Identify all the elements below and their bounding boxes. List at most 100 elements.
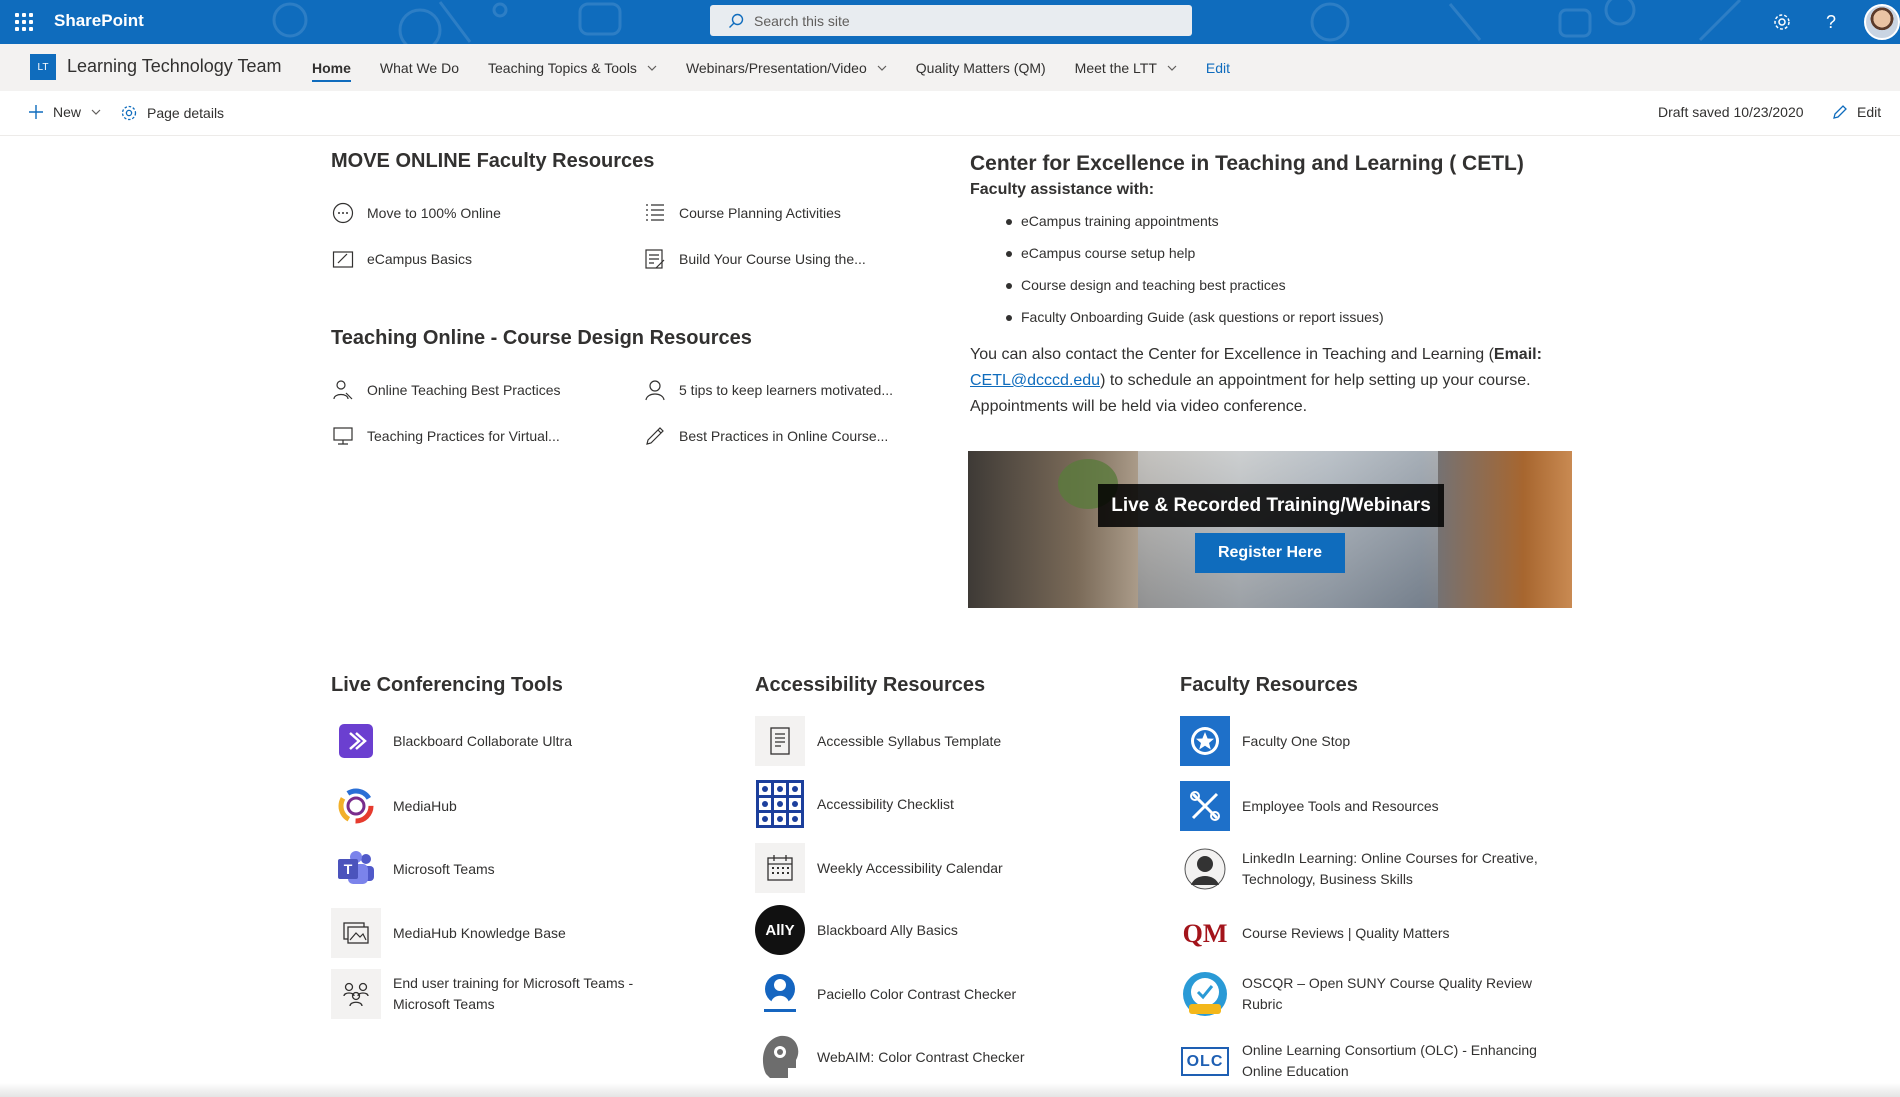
calendar-icon — [755, 843, 805, 893]
nav-item-webinars[interactable]: Webinars/Presentation/Video — [686, 44, 887, 91]
cetl-subheading: Faculty assistance with: — [970, 181, 1155, 198]
nav-item-home[interactable]: Home — [312, 44, 351, 91]
quick-link-label: Teaching Practices for Virtual... — [367, 428, 560, 444]
site-header: LT Learning Technology Team Home What We… — [0, 44, 1900, 91]
person-board-icon — [331, 378, 355, 402]
qm-logo-icon: QM — [1180, 908, 1230, 958]
cetl-bullet-list: eCampus training appointments eCampus co… — [1006, 213, 1384, 341]
list-item: eCampus course setup help — [1006, 245, 1384, 277]
list-item-quality-matters[interactable]: QM Course Reviews | Quality Matters — [1180, 908, 1450, 958]
list-item-employee-tools[interactable]: Employee Tools and Resources — [1180, 781, 1439, 831]
list-item-faculty-one-stop[interactable]: Faculty One Stop — [1180, 716, 1350, 766]
list-item-accessibility-calendar[interactable]: Weekly Accessibility Calendar — [755, 843, 1003, 893]
webaim-logo-icon — [755, 1032, 805, 1082]
list-item-mediahub[interactable]: MediaHub — [331, 781, 457, 831]
quick-link-label: 5 tips to keep learners motivated... — [679, 382, 893, 398]
list-item-label: Microsoft Teams — [393, 860, 495, 877]
avatar[interactable] — [1864, 4, 1900, 40]
list-item-label: Blackboard Collaborate Ultra — [393, 732, 572, 749]
quick-link-label: eCampus Basics — [367, 251, 473, 267]
list-item-accessibility-checklist[interactable]: Accessibility Checklist — [755, 779, 954, 829]
mediahub-logo-icon — [331, 781, 381, 831]
list-item-label: Blackboard Ally Basics — [817, 921, 958, 938]
cetl-contact-paragraph: You can also contact the Center for Exce… — [970, 342, 1570, 420]
edit-page-button[interactable]: Edit — [1832, 104, 1881, 120]
quick-link-move-online[interactable]: Move to 100% Online — [331, 201, 501, 225]
quick-link-label: Best Practices in Online Course... — [679, 428, 889, 444]
quick-link-course-planning[interactable]: Course Planning Activities — [643, 201, 841, 225]
nav-label: Quality Matters (QM) — [915, 59, 1046, 76]
teaching-online-heading: Teaching Online - Course Design Resource… — [331, 327, 752, 349]
settings-gear-icon[interactable] — [1770, 10, 1794, 34]
plus-icon — [29, 105, 43, 119]
app-brand[interactable]: SharePoint — [54, 11, 144, 31]
nav-item-quality-matters[interactable]: Quality Matters (QM) — [916, 44, 1046, 91]
pencil-icon — [1833, 105, 1847, 119]
olc-logo-text: OLC — [1180, 1046, 1230, 1076]
monitor-icon — [331, 424, 355, 448]
gear-icon — [121, 105, 137, 121]
quick-link-label: Online Teaching Best Practices — [367, 382, 561, 398]
email-link[interactable]: CETL@dcccd.edu — [970, 372, 1100, 389]
page-details-button[interactable]: Page details — [120, 104, 224, 122]
list-item-oscqr[interactable]: OSCQR – Open SUNY Course Quality Review … — [1180, 969, 1560, 1019]
list-item-label: Course Reviews | Quality Matters — [1242, 924, 1450, 941]
list-item-linkedin-learning[interactable]: LinkedIn Learning: Online Courses for Cr… — [1180, 844, 1560, 894]
help-icon[interactable]: ? — [1819, 10, 1843, 34]
person-icon — [643, 378, 667, 402]
cetl-heading: Center for Excellence in Teaching and Le… — [970, 152, 1524, 175]
list-item-paciello[interactable]: Paciello Color Contrast Checker — [755, 969, 1016, 1019]
nav-label: What We Do — [379, 59, 460, 76]
circle-dots-icon — [331, 201, 355, 225]
quick-link-5-tips[interactable]: 5 tips to keep learners motivated... — [643, 378, 893, 402]
quick-link-build-course[interactable]: Build Your Course Using the... — [643, 247, 866, 271]
register-button[interactable]: Register Here — [1195, 533, 1345, 573]
move-online-heading: MOVE ONLINE Faculty Resources — [331, 150, 655, 172]
list-item-syllabus-template[interactable]: Accessible Syllabus Template — [755, 716, 1001, 766]
linkedin-learning-logo-icon — [1180, 844, 1230, 894]
list-item-webaim[interactable]: WebAIM: Color Contrast Checker — [755, 1032, 1024, 1082]
site-title[interactable]: Learning Technology Team — [67, 56, 282, 77]
email-label: Email: — [1493, 346, 1542, 363]
ally-logo-text: AllY — [755, 905, 805, 955]
search-icon — [729, 13, 744, 28]
list-item-ally-basics[interactable]: AllY Blackboard Ally Basics — [755, 905, 958, 955]
page-details-label: Page details — [147, 105, 225, 121]
app-launcher-icon[interactable] — [12, 10, 36, 34]
nav-edit-link[interactable]: Edit — [1206, 44, 1230, 91]
chevron-down-icon — [877, 65, 887, 71]
new-label: New — [53, 104, 82, 120]
nav-item-meet-the-ltt[interactable]: Meet the LTT — [1075, 44, 1177, 91]
list-item-mediahub-kb[interactable]: MediaHub Knowledge Base — [331, 908, 566, 958]
draft-status: Draft saved 10/23/2020 — [1658, 104, 1804, 120]
svg-text:T: T — [344, 861, 353, 877]
people-group-icon — [331, 969, 381, 1019]
site-logo[interactable]: LT — [30, 54, 56, 80]
list-item-teams-training[interactable]: End user training for Microsoft Teams - … — [331, 969, 691, 1019]
quick-link-best-practices[interactable]: Best Practices in Online Course... — [643, 424, 888, 448]
list-item-teams[interactable]: T Microsoft Teams — [331, 844, 495, 894]
list-item-collaborate[interactable]: Blackboard Collaborate Ultra — [331, 716, 572, 766]
chevron-down-icon — [91, 109, 101, 115]
nav-edit-label: Edit — [1205, 59, 1231, 76]
tools-icon — [1180, 781, 1230, 831]
collaborate-logo-icon — [331, 716, 381, 766]
search-input[interactable]: Search this site — [710, 5, 1192, 36]
new-button[interactable]: New — [28, 104, 110, 120]
list-item-olc[interactable]: OLC Online Learning Consortium (OLC) - E… — [1180, 1036, 1560, 1086]
nav-item-what-we-do[interactable]: What We Do — [380, 44, 459, 91]
quick-link-teaching-practices[interactable]: Teaching Practices for Virtual... — [331, 424, 560, 448]
list-item-label: Employee Tools and Resources — [1242, 797, 1439, 814]
quick-link-online-teaching[interactable]: Online Teaching Best Practices — [331, 378, 561, 402]
quick-link-label: Move to 100% Online — [367, 205, 501, 221]
quick-link-ecampus-basics[interactable]: eCampus Basics — [331, 247, 472, 271]
list-item-label: LinkedIn Learning: Online Courses for Cr… — [1242, 850, 1538, 887]
paciello-logo-icon — [755, 969, 805, 1019]
search-placeholder: Search this site — [754, 12, 850, 29]
nav-item-teaching-topics[interactable]: Teaching Topics & Tools — [488, 44, 657, 91]
banner-caption: Live & Recorded Training/Webinars — [1098, 484, 1444, 527]
faculty-resources-heading: Faculty Resources — [1180, 674, 1358, 696]
edit-label: Edit — [1857, 104, 1882, 120]
star-badge-icon — [1180, 716, 1230, 766]
list-item-label: Accessibility Checklist — [817, 795, 954, 812]
